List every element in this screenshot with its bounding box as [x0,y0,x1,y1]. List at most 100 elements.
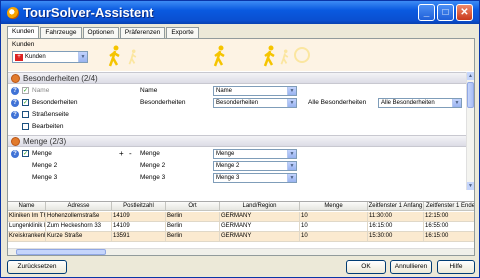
tab-exporte[interactable]: Exporte [166,27,199,38]
table-cell[interactable]: 10 [300,232,368,242]
row-besonderheiten: ? ✓ Besonderheiten Besonderheiten Besond… [8,98,466,109]
column-header[interactable]: Name [8,202,46,211]
clock-icon [294,47,310,63]
tab-fahrzeuge[interactable]: Fahrzeuge [40,27,82,38]
chevron-down-icon: ▼ [78,52,87,62]
table-cell[interactable]: Zum Heckeshorn 33 [46,222,112,232]
select-value: Alle Besonderheiten [381,100,435,106]
column-header[interactable]: Postleitzahl [112,202,166,211]
scroll-down-arrow[interactable]: ▼ [467,182,474,190]
checkbox-besonderheiten[interactable]: ✓ [22,99,29,106]
window-title: TourSolver-Assistent [23,5,154,20]
checkbox-menge[interactable]: ✓ [22,150,29,157]
tab-optionen[interactable]: Optionen [82,27,119,38]
table-cell[interactable]: GERMANY [220,212,300,222]
row-label: Bearbeiten [32,123,64,130]
walking-figure-small-icon [280,49,290,65]
help-icon[interactable]: ? [11,87,19,95]
checkbox-name[interactable]: ✓ [22,87,29,94]
table-cell[interactable]: 10 [300,222,368,232]
row-strassenseite: ? ✓ Straßenseite [8,110,466,121]
chevron-down-icon: ▼ [287,162,296,170]
table-cell[interactable]: Berlin [166,212,220,222]
walking-figure-small-icon [128,49,138,65]
table-cell[interactable]: 13591 [112,232,166,242]
title-bar: TourSolver-Assistent _ □ ✕ [1,1,479,24]
help-icon[interactable]: ? [11,150,19,158]
add-button[interactable]: + [119,149,124,158]
remove-button[interactable]: - [129,149,132,158]
column-header[interactable]: Ort [166,202,220,211]
scroll-up-arrow[interactable]: ▲ [467,72,474,80]
help-button[interactable]: Hilfe [437,260,475,274]
menge-3-select[interactable]: Menge 3 ▼ [213,173,297,183]
table-cell[interactable]: 16:15:00 [368,222,424,232]
table-cell[interactable]: 11:30:00 [368,212,424,222]
alle-besonderheiten-select[interactable]: Alle Besonderheiten ▼ [378,98,462,108]
row-bearbeiten: ✓ Bearbeiten [8,122,466,133]
table-cell[interactable]: Berlin [166,222,220,232]
column-header[interactable]: Menge [300,202,368,211]
chevron-down-icon: ▼ [287,174,296,182]
checkbox-bearbeiten[interactable]: ✓ [22,123,29,130]
row-label: Menge 3 [32,174,58,181]
scroll-thumb[interactable] [16,249,106,255]
menge-2-select[interactable]: Menge 2 ▼ [213,161,297,171]
row-label: Besonderheiten [32,99,78,106]
table-cell[interactable]: Kreiskrankenhaus St [8,232,46,242]
table-cell[interactable]: 10 [300,212,368,222]
table-cell[interactable]: 14109 [112,212,166,222]
table-cell[interactable]: 16:55:00 [424,222,474,232]
help-icon[interactable]: ? [11,111,19,119]
row-label: Menge 2 [32,162,58,169]
maximize-button[interactable]: □ [437,4,454,21]
row-label: Menge [32,150,52,157]
table-cell[interactable]: GERMANY [220,222,300,232]
cancel-button[interactable]: Annullieren [390,260,432,274]
column-header[interactable]: Adresse [46,202,112,211]
row-menge-2: Menge 2 Menge 2 Menge 2 ▼ [8,161,466,172]
vertical-scrollbar[interactable]: ▲ ▼ [466,72,474,190]
table-cell[interactable]: Lungenklinik Heckesh [8,222,46,232]
horizontal-scrollbar[interactable] [8,248,474,255]
scroll-thumb[interactable] [467,82,474,108]
name-select[interactable]: Name ▼ [213,86,297,96]
checkbox-strassenseite[interactable]: ✓ [22,111,29,118]
section-menge[interactable]: Menge (2/3) [8,135,466,147]
table-cell[interactable]: 14109 [112,222,166,232]
ok-button[interactable]: OK [346,260,386,274]
column-header[interactable]: Zeitfenster 1 Ende [424,202,474,211]
table-cell[interactable]: Hohenzollernstraße [46,212,112,222]
walking-figure-icon [108,45,122,67]
table-cell[interactable]: Kurze Straße [46,232,112,242]
reset-button[interactable]: Zurücksetzen [7,260,67,274]
close-button[interactable]: ✕ [456,4,473,21]
table-cell[interactable]: 12:15:00 [424,212,474,222]
red-cross-icon: + [15,54,23,61]
table-cell[interactable]: GERMANY [220,232,300,242]
field-label: Name [140,87,158,94]
table-cell[interactable]: 15:30:00 [368,232,424,242]
table-cell[interactable]: 16:15:00 [424,232,474,242]
field-label: Menge 3 [140,174,166,181]
besonderheiten-select[interactable]: Besonderheiten ▼ [213,98,297,108]
chevron-down-icon: ▼ [287,150,296,158]
menge-select[interactable]: Menge ▼ [213,149,297,159]
walking-figure-icon [263,45,277,67]
app-icon [7,6,19,19]
table-cell[interactable]: Kliniken Im Theodor- [8,212,46,222]
section-besonderheiten[interactable]: Besonderheiten (2/4) [8,72,466,84]
minimize-button[interactable]: _ [418,4,435,21]
select-value: Name [216,88,233,94]
column-header[interactable]: Zeitfenster 1 Anfang [368,202,424,211]
select-value: Menge [216,151,235,157]
row-menge: ? ✓ Menge + - Menge Menge ▼ [8,149,466,160]
kunden-panel: Kunden + Kunden ▼ Besonderheiten (2/4) ? … [7,38,475,256]
kunden-select[interactable]: + Kunden ▼ [12,51,88,63]
tab-praeferenzen[interactable]: Präferenzen [119,27,166,38]
collapse-icon [11,73,20,83]
table-cell[interactable]: Berlin [166,232,220,242]
help-icon[interactable]: ? [11,99,19,107]
tab-kunden[interactable]: Kunden [7,26,40,38]
column-header[interactable]: Land/Region [220,202,300,211]
